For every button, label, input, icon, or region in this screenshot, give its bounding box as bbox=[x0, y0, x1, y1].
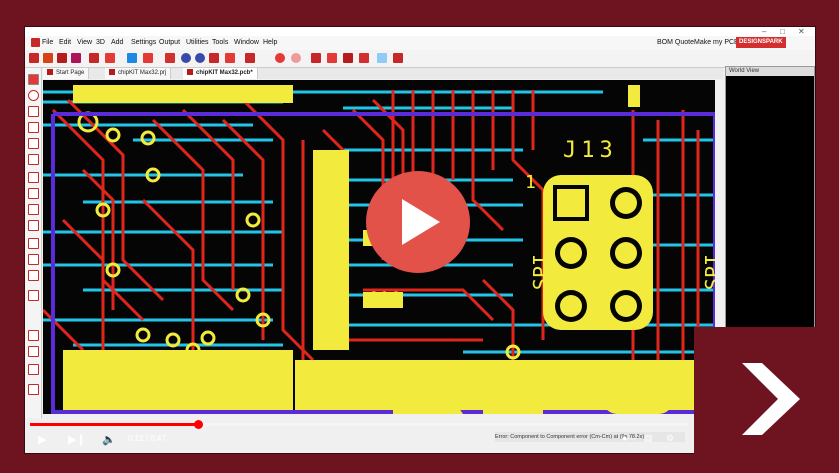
next-arrow-panel[interactable] bbox=[694, 327, 839, 473]
tab-start-page-label: Start Page bbox=[56, 70, 85, 76]
print-icon[interactable] bbox=[89, 53, 99, 63]
tab-start-page[interactable]: Start Page bbox=[43, 68, 90, 79]
select-icon[interactable] bbox=[377, 53, 387, 63]
menu-3d[interactable]: 3D bbox=[96, 39, 105, 46]
pin1-label: 1 bbox=[525, 172, 536, 193]
menu-add[interactable]: Add bbox=[111, 39, 123, 46]
project-icon bbox=[109, 69, 115, 76]
menu-file[interactable]: File bbox=[42, 39, 53, 46]
save-all-icon[interactable] bbox=[71, 53, 81, 63]
video-progress-fill bbox=[30, 423, 198, 426]
grid-icon[interactable] bbox=[245, 53, 255, 63]
tool-line-icon[interactable] bbox=[28, 122, 39, 133]
zoom-in-icon[interactable] bbox=[181, 53, 191, 63]
tab-pcb[interactable]: chipKIT Max32.pcb* bbox=[183, 68, 258, 79]
zoom-fit-icon[interactable] bbox=[165, 53, 175, 63]
app-logo-icon bbox=[31, 38, 40, 47]
volume-icon[interactable]: 🔈 bbox=[102, 433, 116, 446]
new-icon[interactable] bbox=[29, 53, 39, 63]
toolbar bbox=[25, 50, 815, 68]
spi-right-label: SPI bbox=[701, 253, 715, 291]
tool-board-icon[interactable] bbox=[28, 290, 39, 301]
select-options-icon[interactable] bbox=[393, 53, 403, 63]
tool-component-icon[interactable] bbox=[28, 220, 39, 231]
pcb-icon bbox=[187, 69, 193, 76]
properties-icon[interactable] bbox=[127, 53, 137, 63]
tool-track-icon[interactable] bbox=[28, 106, 39, 117]
bom-quote-link[interactable]: BOM Quote bbox=[657, 39, 694, 46]
world-view-panel[interactable]: World View bbox=[725, 66, 815, 330]
tool-layers-icon[interactable] bbox=[28, 364, 39, 375]
tool-copper-icon[interactable] bbox=[28, 188, 39, 199]
video-timecode: 0:12 / 0:47 bbox=[128, 434, 166, 443]
tool-shape-icon[interactable] bbox=[28, 172, 39, 183]
spi-left-label: SPI bbox=[529, 253, 554, 291]
menu-tools[interactable]: Tools bbox=[212, 39, 228, 46]
redraw-icon[interactable] bbox=[225, 53, 235, 63]
video-play-button[interactable] bbox=[366, 171, 470, 273]
capacitor-c11-label: C11 bbox=[368, 288, 403, 307]
j13-label: J13 bbox=[563, 138, 618, 163]
tool-via-icon[interactable] bbox=[28, 90, 39, 101]
next-icon[interactable]: ▶❙ bbox=[68, 433, 86, 446]
autoplay-toggle-icon[interactable]: ●— bbox=[622, 433, 636, 443]
undo-icon[interactable] bbox=[275, 53, 285, 63]
menu-utilities[interactable]: Utilities bbox=[186, 39, 209, 46]
play-icon bbox=[402, 199, 440, 245]
tool-route-icon[interactable] bbox=[28, 330, 39, 341]
menu-output[interactable]: Output bbox=[159, 39, 180, 46]
tool-info-icon[interactable] bbox=[28, 384, 39, 395]
delete-icon[interactable] bbox=[359, 53, 369, 63]
redo-icon[interactable] bbox=[291, 53, 301, 63]
library-icon[interactable] bbox=[105, 53, 115, 63]
tools-sidebar bbox=[25, 68, 42, 418]
designspark-logo: DESIGNSPARK bbox=[736, 37, 786, 48]
save-icon[interactable] bbox=[57, 53, 67, 63]
cut-icon[interactable] bbox=[311, 53, 321, 63]
paste-icon[interactable] bbox=[343, 53, 353, 63]
zoom-area-icon[interactable] bbox=[209, 53, 219, 63]
tool-text-icon[interactable] bbox=[28, 154, 39, 165]
world-view-title: World View bbox=[726, 67, 814, 76]
chevron-right-icon bbox=[742, 363, 800, 435]
minimize-icon[interactable]: – bbox=[762, 27, 766, 36]
tab-project-label: chipKIT Max32.prj bbox=[118, 70, 167, 76]
zoom-out-icon[interactable] bbox=[195, 53, 205, 63]
menu-settings[interactable]: Settings bbox=[131, 39, 156, 46]
menu-view[interactable]: View bbox=[77, 39, 92, 46]
copy-icon[interactable] bbox=[327, 53, 337, 63]
tool-drc-icon[interactable] bbox=[28, 346, 39, 357]
video-controls: ▶ ▶❙ 🔈 0:12 / 0:47 ●— ▤ ⚙ bbox=[24, 420, 694, 450]
menu-help[interactable]: Help bbox=[263, 39, 277, 46]
page-icon bbox=[47, 69, 53, 76]
close-icon[interactable]: ✕ bbox=[798, 27, 805, 36]
make-my-pcb-link[interactable]: Make my PCB bbox=[694, 39, 739, 46]
design-rule-icon[interactable] bbox=[143, 53, 153, 63]
small-play-icon[interactable]: ▶ bbox=[38, 433, 46, 446]
tool-dimension-icon[interactable] bbox=[28, 270, 39, 281]
document-tabs: Start Page chipKIT Max32.prj chipKIT Max… bbox=[43, 68, 723, 79]
maximize-icon[interactable]: □ bbox=[780, 27, 785, 36]
menu-window[interactable]: Window bbox=[234, 39, 259, 46]
settings-icon[interactable]: ⚙ bbox=[666, 433, 674, 444]
j13-header bbox=[543, 175, 653, 330]
tab-pcb-label: chipKIT Max32.pcb* bbox=[196, 70, 253, 76]
tool-select-icon[interactable] bbox=[28, 74, 39, 85]
menu-bar: File Edit View 3D Add Settings Output Ut… bbox=[25, 36, 815, 50]
video-progress-knob[interactable] bbox=[193, 420, 203, 429]
tool-connect-icon[interactable] bbox=[28, 238, 39, 249]
video-progress-bar[interactable] bbox=[30, 420, 688, 429]
tab-project[interactable]: chipKIT Max32.prj bbox=[105, 68, 172, 79]
subtitles-icon[interactable]: ▤ bbox=[644, 433, 653, 444]
tool-area-icon[interactable] bbox=[28, 204, 39, 215]
menu-edit[interactable]: Edit bbox=[59, 39, 71, 46]
tool-pad-icon[interactable] bbox=[28, 138, 39, 149]
open-icon[interactable] bbox=[43, 53, 53, 63]
tool-measure-icon[interactable] bbox=[28, 254, 39, 265]
